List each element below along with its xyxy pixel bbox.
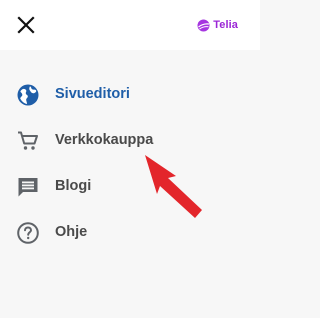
menu-item-blogi[interactable]: Blogi bbox=[0, 164, 260, 210]
help-icon bbox=[17, 222, 39, 244]
close-icon bbox=[17, 16, 35, 34]
menu-item-label: Verkkokauppa bbox=[55, 132, 154, 148]
top-bar: Telia bbox=[0, 0, 260, 50]
comment-icon bbox=[18, 178, 38, 197]
menu-item-label: Ohje bbox=[55, 224, 88, 240]
close-button[interactable] bbox=[16, 15, 36, 35]
cart-icon bbox=[18, 131, 38, 150]
menu-item-sivueditori[interactable]: Sivueditori bbox=[0, 72, 260, 118]
menu-item-verkkokauppa[interactable]: Verkkokauppa bbox=[0, 118, 260, 164]
telia-logo-icon bbox=[197, 19, 210, 31]
globe-icon bbox=[17, 84, 39, 106]
side-menu: Sivueditori Verkkokauppa Blogi Ohje bbox=[0, 72, 260, 256]
menu-item-label: Sivueditori bbox=[55, 86, 130, 102]
menu-item-ohje[interactable]: Ohje bbox=[0, 210, 260, 256]
brand-text: Telia bbox=[213, 19, 238, 31]
brand-logo: Telia bbox=[197, 16, 238, 34]
menu-item-label: Blogi bbox=[55, 178, 92, 194]
